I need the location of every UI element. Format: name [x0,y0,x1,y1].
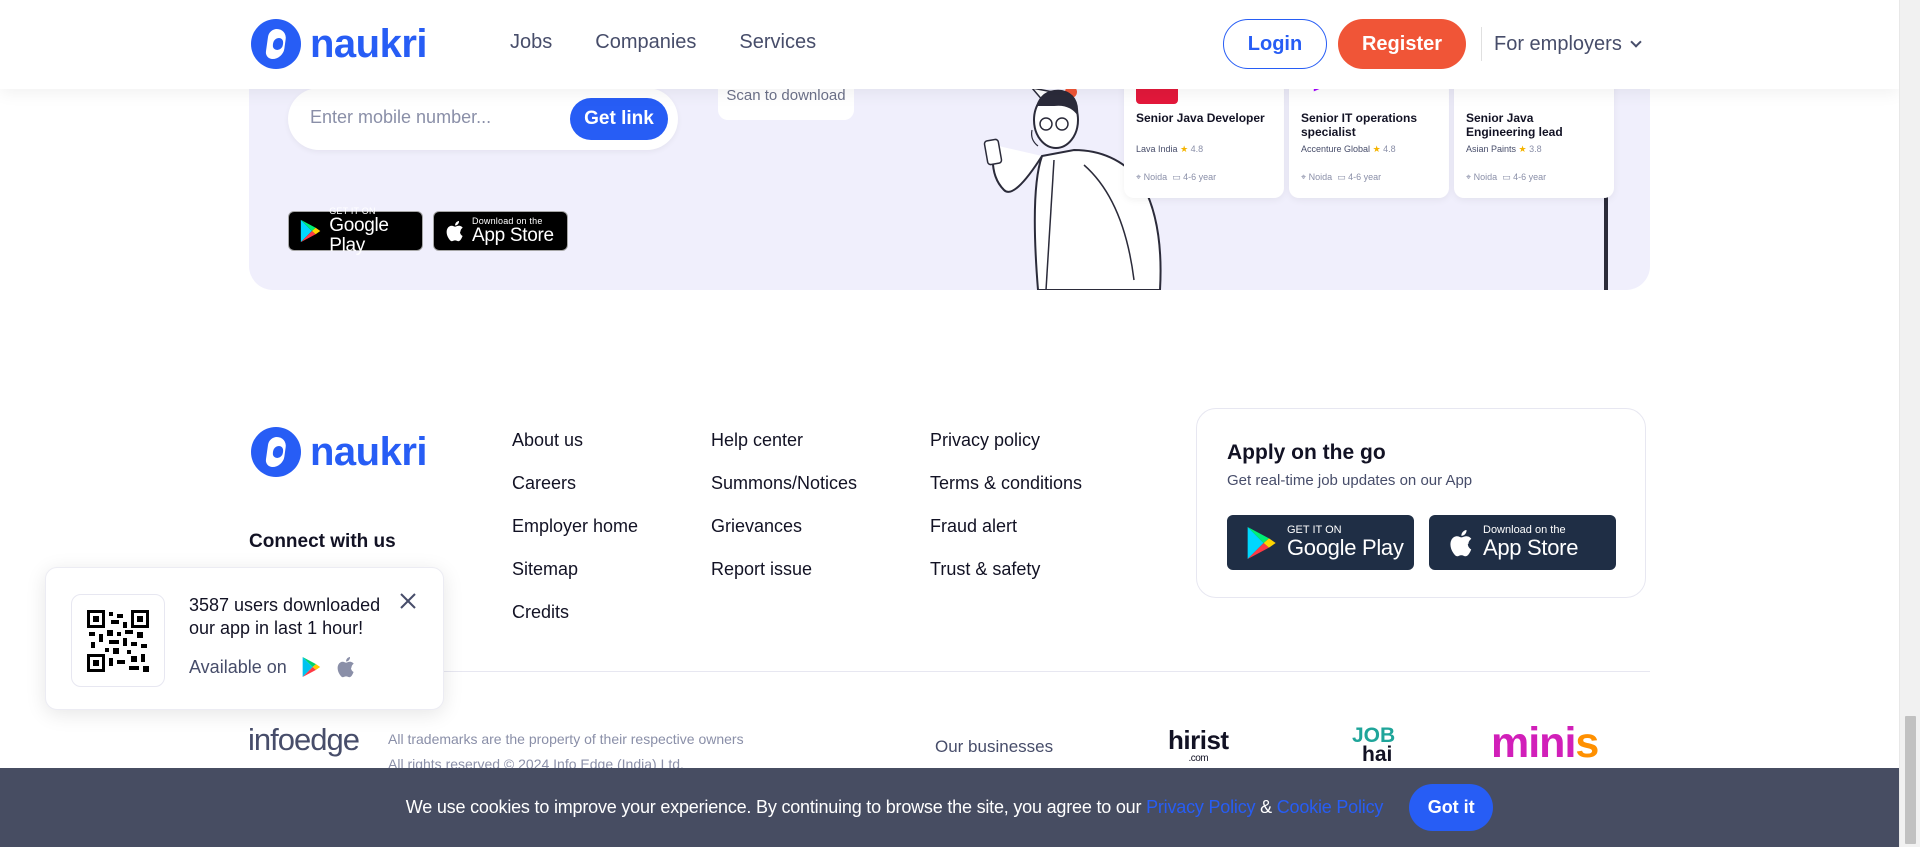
close-icon[interactable] [397,590,419,612]
apple-icon[interactable] [335,655,355,679]
minis-wordmark: mini [1491,719,1576,767]
job-card-title: Senior Java Developer [1136,111,1265,125]
google-play-icon [1247,526,1276,559]
job-card-meta: ⌖ Noida ▭ 4-6 year [1301,172,1382,182]
google-play-button[interactable]: GET IT ON Google Play [1227,515,1414,570]
minis-logo[interactable]: minis [1491,719,1599,767]
footer-link-summons-notices[interactable]: Summons/Notices [711,473,857,493]
privacy-policy-link[interactable]: Privacy Policy [1146,797,1255,817]
naukri-logo-icon [251,19,301,69]
nav-companies[interactable]: Companies [595,31,696,54]
chevron-down-icon [1630,36,1642,48]
mobile-number-input[interactable]: Enter mobile number... [310,107,491,128]
apply-on-the-go-card: Apply on the go Get real-time job update… [1196,408,1646,598]
qr-code-icon [87,609,149,672]
apple-icon [1450,529,1472,556]
naukri-wordmark: naukri [310,21,428,66]
footer-link-trust-safety[interactable]: Trust & safety [930,559,1082,579]
apply-on-the-go-title: Apply on the go [1227,441,1386,464]
footer-link-credits[interactable]: Credits [512,602,638,622]
footer-link-sitemap[interactable]: Sitemap [512,559,638,579]
hirist-com-text: .com [1188,753,1209,764]
footer-link-employer-home[interactable]: Employer home [512,516,638,536]
register-button[interactable]: Register [1338,19,1466,69]
infoedge-logo[interactable]: infoedge [248,722,360,758]
hirist-logo[interactable]: hirist .com [1168,727,1229,764]
get-link-button[interactable]: Get link [570,98,668,140]
google-play-icon[interactable] [301,656,321,678]
nav-services[interactable]: Services [739,31,816,54]
google-play-badge[interactable]: GET IT ON Google Play [288,206,423,255]
app-store-big-text: App Store [472,224,554,246]
footer-link-grievances[interactable]: Grievances [711,516,857,536]
cookie-ampersand: & [1255,797,1277,817]
apply-on-the-go-subtitle: Get real-time job updates on our App [1227,472,1473,489]
cookie-policy-link[interactable]: Cookie Policy [1277,797,1384,817]
login-button[interactable]: Login [1223,19,1327,69]
job-card-company: Accenture Global ★ 4.8 [1301,144,1396,154]
footer-links-col-3: Privacy policy Terms & conditions Fraud … [930,430,1082,579]
footer-links-col-2: Help center Summons/Notices Grievances R… [711,430,857,579]
minis-s-letter: s [1575,719,1599,767]
app-store-big-text: App Store [1483,535,1579,561]
job-card-meta: ⌖ Noida ▭ 4-6 year [1136,172,1217,182]
footer-link-terms[interactable]: Terms & conditions [930,473,1082,493]
app-download-toast: 3587 users downloaded our app in last 1 … [45,567,444,710]
available-on-row: Available on [189,655,355,679]
google-play-big-text: Google Play [329,214,389,256]
scan-to-download-label: Scan to download [726,87,846,104]
main-nav: Jobs Companies Services [510,31,816,54]
job-card-company: Asian Paints ★ 3.8 [1466,144,1542,154]
for-employers-label: For employers [1494,33,1622,55]
job-card-title: Senior IT operations specialist [1301,111,1418,139]
footer-naukri-logo[interactable]: naukri [251,427,428,477]
for-employers-dropdown[interactable]: For employers [1494,33,1642,56]
our-businesses-label: Our businesses [935,737,1054,756]
app-store-button[interactable]: Download on the App Store [1429,515,1616,570]
nav-jobs[interactable]: Jobs [510,31,552,54]
footer-link-fraud-alert[interactable]: Fraud alert [930,516,1082,536]
jobhai-hai-text: hai [1362,742,1393,766]
cookie-consent-bar: We use cookies to improve your experienc… [0,768,1899,847]
apple-icon [446,221,463,242]
footer-divider [249,671,1650,672]
footer-links-col-1: About us Careers Employer home Sitemap C… [512,430,638,622]
trademarks-text: All trademarks are the property of their… [388,731,744,747]
site-header: naukri Jobs Companies Services Login Reg… [0,0,1899,89]
jobhai-logo[interactable]: JOB hai [1352,725,1395,766]
cookie-text: We use cookies to improve your experienc… [405,797,1384,818]
google-play-big-text: Google Play [1287,535,1404,561]
naukri-wordmark: naukri [310,429,428,474]
app-store-badge[interactable]: Download on the App Store [433,211,568,251]
footer-link-help-center[interactable]: Help center [711,430,857,450]
google-play-icon [300,219,321,243]
footer-link-careers[interactable]: Careers [512,473,638,493]
footer-link-privacy-policy[interactable]: Privacy policy [930,430,1082,450]
hirist-wordmark: hirist [1168,725,1229,755]
toast-message: 3587 users downloaded our app in last 1 … [189,595,381,638]
connect-with-us-heading: Connect with us [249,531,396,552]
naukri-logo-icon [251,427,301,477]
footer-link-report-issue[interactable]: Report issue [711,559,857,579]
header-divider [1481,27,1482,61]
vertical-scrollbar[interactable] [1899,0,1920,847]
job-card-meta: ⌖ Noida ▭ 4-6 year [1466,172,1547,182]
available-on-label: Available on [189,656,287,677]
mobile-number-form: Enter mobile number... Get link [288,88,678,150]
footer-link-about-us[interactable]: About us [512,430,638,450]
got-it-button[interactable]: Got it [1409,784,1494,831]
scrollbar-thumb[interactable] [1905,716,1916,844]
job-card-company: Lava India ★ 4.8 [1136,144,1204,154]
cookie-message: We use cookies to improve your experienc… [405,797,1147,817]
naukri-logo[interactable]: naukri [251,19,428,69]
job-card-title: Senior Java Engineering lead [1466,111,1563,139]
qr-code [71,594,165,687]
